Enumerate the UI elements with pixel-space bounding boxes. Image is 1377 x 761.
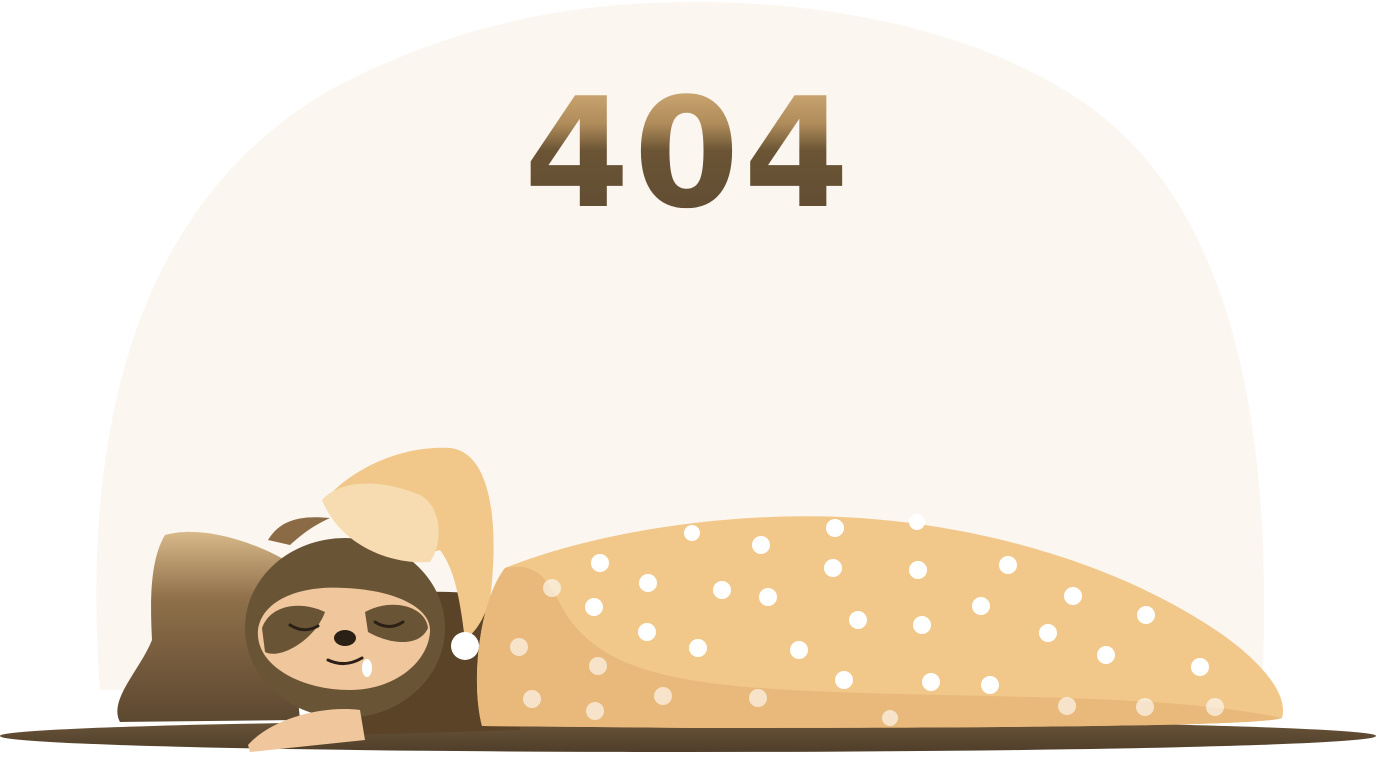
not-found-page: 404 [0,0,1377,761]
error-code-heading: 404 [0,78,1377,230]
sloth-nose [334,630,356,646]
nightcap-pompom [451,632,479,660]
drool-drop [362,659,372,677]
